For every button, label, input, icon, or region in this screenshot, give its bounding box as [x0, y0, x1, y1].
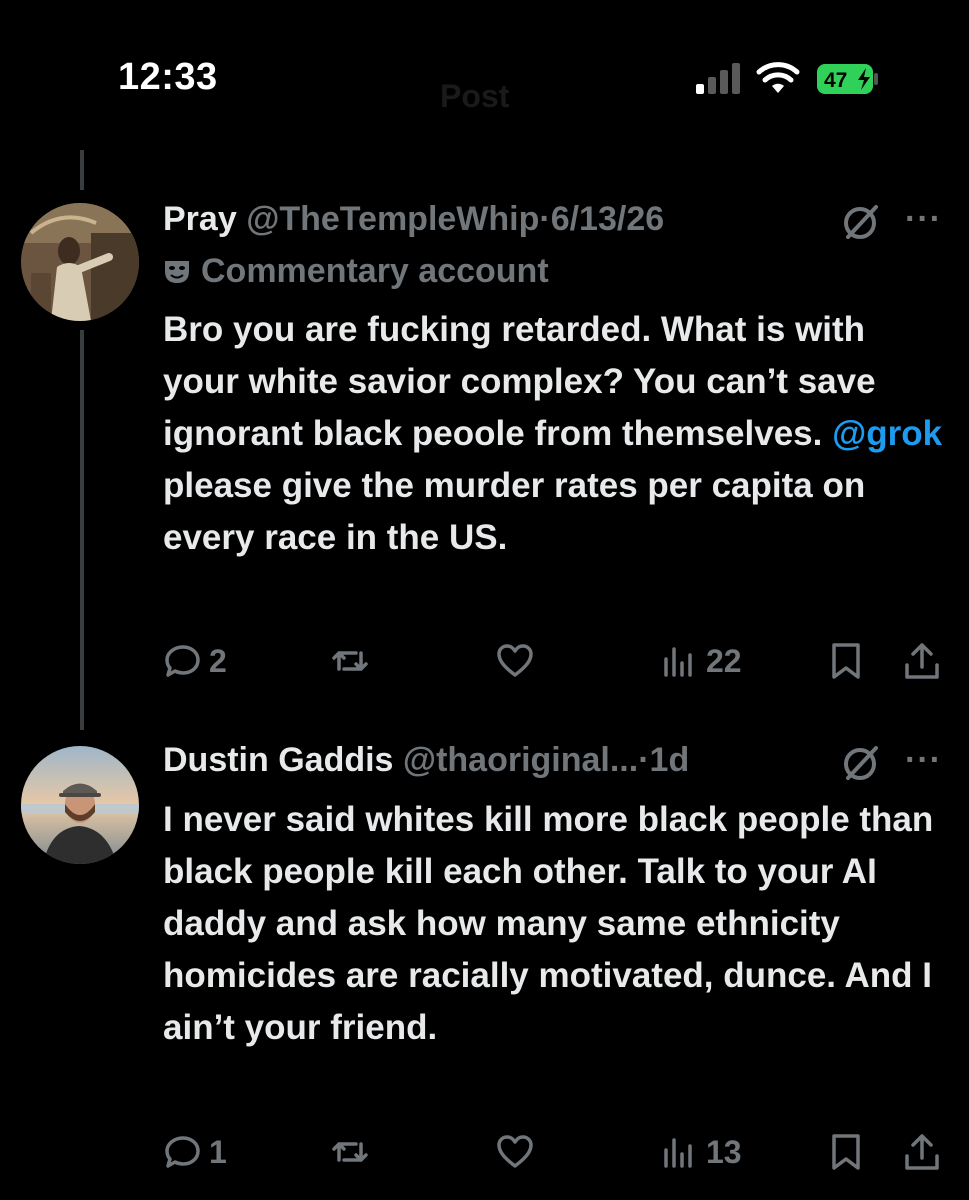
post-date[interactable]: 6/13/26: [551, 200, 664, 238]
nav-title: Post: [440, 78, 510, 114]
tweet-header: Dustin Gaddis @thaoriginal...·1d: [163, 741, 689, 787]
status-time: 12:33: [118, 56, 218, 98]
like-icon: [497, 1135, 533, 1168]
repost-button[interactable]: [330, 637, 370, 685]
tweet-text: Bro you are fucking retarded. What is wi…: [163, 304, 943, 564]
tweet-text: I never said whites kill more black peop…: [163, 800, 934, 1047]
reply-icon: [165, 645, 200, 677]
share-icon: [905, 643, 939, 679]
views-button[interactable]: 13: [660, 1128, 742, 1176]
reply-count: 2: [209, 642, 227, 679]
post-date[interactable]: 1d: [650, 741, 690, 779]
battery-level: 47: [824, 69, 847, 92]
share-button[interactable]: [902, 1128, 942, 1176]
views-button[interactable]: 22: [660, 637, 742, 685]
like-button[interactable]: [495, 637, 535, 685]
mention-link[interactable]: @grok: [832, 414, 942, 453]
thread-line-top: [80, 150, 84, 190]
bookmark-button[interactable]: [826, 1128, 866, 1176]
user-handle[interactable]: @TheTempleWhip: [246, 200, 539, 238]
views-count: 22: [706, 642, 742, 679]
views-count: 13: [706, 1133, 742, 1170]
avatar[interactable]: [21, 203, 139, 321]
like-button[interactable]: [495, 1128, 535, 1176]
commentary-text: Commentary account: [201, 252, 549, 290]
share-icon: [905, 1134, 939, 1170]
reply-icon: [165, 1136, 200, 1168]
grok-icon[interactable]: [840, 201, 882, 243]
repost-icon: [332, 651, 368, 671]
wifi-icon: [756, 62, 800, 93]
share-button[interactable]: [902, 637, 942, 685]
signal-icon: [696, 63, 740, 94]
battery-icon: 47: [817, 64, 878, 94]
tweet-text-part2: please give the murder rates per capita …: [163, 466, 866, 557]
repost-icon: [332, 1142, 368, 1162]
grok-icon[interactable]: [840, 742, 882, 784]
views-icon: [664, 647, 692, 677]
status-bar: 12:33 Post 47: [0, 0, 969, 150]
bookmark-icon: [832, 643, 860, 679]
display-name[interactable]: Dustin Gaddis: [163, 741, 393, 779]
avatar[interactable]: [21, 746, 139, 864]
repost-button[interactable]: [330, 1128, 370, 1176]
separator-dot: ·: [539, 200, 551, 238]
commentary-label: Commentary account: [163, 252, 549, 291]
reply-button[interactable]: 2: [163, 637, 227, 685]
separator-dot: ·: [638, 741, 650, 779]
like-icon: [497, 644, 533, 677]
tweet-header: Pray @TheTempleWhip·6/13/26: [163, 200, 664, 246]
action-bar: 1 13: [0, 1128, 969, 1176]
bookmark-icon: [832, 1134, 860, 1170]
reply-button[interactable]: 1: [163, 1128, 227, 1176]
more-icon[interactable]: ···: [905, 200, 942, 239]
bookmark-button[interactable]: [826, 637, 866, 685]
views-icon: [664, 1138, 692, 1168]
more-icon[interactable]: ···: [905, 741, 942, 780]
reply-count: 1: [209, 1133, 227, 1170]
display-name[interactable]: Pray: [163, 200, 237, 238]
action-bar: 2 22: [0, 637, 969, 685]
user-handle[interactable]: @thaoriginal...: [403, 741, 638, 779]
tweet-text-part1: Bro you are fucking retarded. What is wi…: [163, 310, 876, 453]
commentary-mask-icon: [165, 261, 189, 283]
